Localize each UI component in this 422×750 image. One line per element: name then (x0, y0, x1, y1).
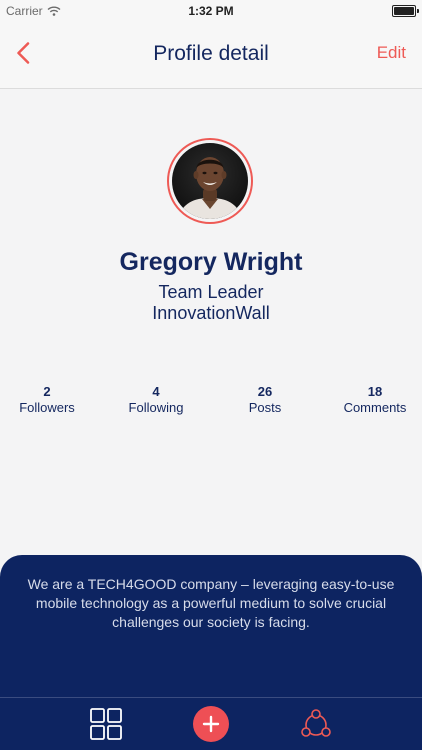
edit-button[interactable]: Edit (377, 43, 406, 63)
bio-panel: We are a TECH4GOOD company – leveraging … (0, 555, 422, 697)
add-button[interactable] (193, 706, 229, 742)
stat-label: Comments (343, 400, 407, 415)
status-bar: Carrier 1:32 PM (0, 0, 422, 22)
stat-comments[interactable]: 18 Comments (325, 384, 422, 416)
profile-name: Gregory Wright (119, 248, 303, 276)
stat-posts[interactable]: 26 Posts (215, 384, 315, 416)
grid-icon (90, 708, 122, 740)
share-network-icon (301, 709, 331, 737)
page-title: Profile detail (153, 42, 269, 65)
stat-value: 2 (43, 384, 51, 399)
bio-text: We are a TECH4GOOD company – leveraging … (27, 576, 395, 630)
stats-row: 2 Followers 4 Following 26 Posts 18 Comm… (0, 384, 422, 424)
tab-network[interactable] (296, 698, 336, 750)
navigation-bar: Profile detail Edit (0, 22, 422, 89)
stat-value: 26 (257, 384, 273, 399)
battery-icon (392, 5, 419, 17)
stat-value: 4 (152, 384, 160, 399)
tab-grid[interactable] (86, 698, 126, 750)
stat-value: 18 (367, 384, 383, 399)
profile-company: InnovationWall (152, 303, 270, 323)
tab-bar (0, 697, 422, 750)
avatar (172, 143, 248, 219)
stat-label: Posts (248, 400, 282, 415)
profile-role: Team Leader (158, 282, 264, 302)
profile-photo (172, 143, 248, 219)
add-icon (202, 715, 220, 733)
status-time: 1:32 PM (188, 4, 234, 18)
stat-label: Following (128, 400, 184, 415)
stat-label: Followers (19, 400, 75, 415)
stat-following[interactable]: 4 Following (106, 384, 206, 416)
tab-add[interactable] (190, 698, 232, 750)
avatar-ring (167, 138, 253, 224)
stat-followers[interactable]: 2 Followers (0, 384, 97, 416)
